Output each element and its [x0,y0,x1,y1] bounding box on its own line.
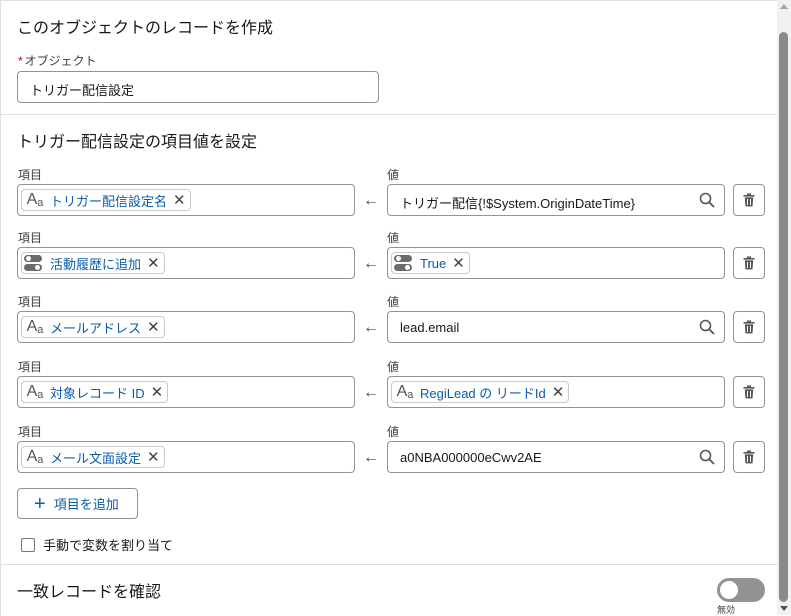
scroll-down-arrow-icon[interactable] [780,606,788,611]
field-label: 項目 [18,360,43,374]
value-pill[interactable]: Aa RegiLead の リードId ✕ [391,381,570,403]
value-label: 値 [387,295,400,309]
vertical-scrollbar[interactable] [777,0,791,615]
search-icon[interactable] [699,319,715,335]
value-input[interactable]: Aa RegiLead の リードId ✕ [387,376,725,408]
field-pill-label: 活動履歴に追加 [50,256,142,272]
value-label: 値 [387,425,400,439]
value-input[interactable]: lead.email [387,311,725,343]
close-icon[interactable]: ✕ [147,450,160,465]
search-icon[interactable] [699,449,715,465]
scrollbar-thumb[interactable] [779,32,788,602]
value-text: a0NBA000000eCwv2AE [400,450,542,465]
value-text: トリガー配信{!$System.OriginDateTime} [400,196,636,211]
plus-icon: + [34,492,46,515]
boolean-type-icon [24,254,46,272]
close-icon[interactable]: ✕ [151,385,164,400]
value-text: lead.email [400,320,460,335]
arrow-left-icon: ← [363,319,379,336]
field-pill-label: トリガー配信設定名 [50,193,168,209]
value-pill-label: True [420,255,447,271]
section-title-create-record: このオブジェクトのレコードを作成 [17,20,274,37]
field-label: 項目 [18,295,43,309]
object-label-text: オブジェクト [24,54,97,68]
text-type-icon: Aa [26,191,44,209]
field-input[interactable]: Aa トリガー配信設定名 ✕ [17,184,355,216]
section-title-field-values: トリガー配信設定の項目値を設定 [17,134,258,151]
field-label: 項目 [18,231,43,245]
arrow-left-icon: ← [363,449,379,466]
required-mark: * [18,54,23,68]
delete-row-button[interactable] [733,247,765,279]
scroll-up-arrow-icon[interactable] [780,4,788,9]
close-icon[interactable]: ✕ [147,320,160,335]
field-pill-label: メール文面設定 [50,450,142,466]
close-icon[interactable]: ✕ [147,256,160,271]
delete-row-button[interactable] [733,184,765,216]
manual-assign-checkbox[interactable] [21,537,35,552]
close-icon[interactable]: ✕ [452,256,465,271]
object-input-value: トリガー配信設定 [30,83,135,98]
delete-row-button[interactable] [733,311,765,343]
arrow-left-icon: ← [363,384,379,401]
text-type-icon: Aa [26,318,44,336]
field-pill[interactable]: 活動履歴に追加 ✕ [21,252,165,274]
field-label: 項目 [18,425,43,439]
manual-assign-row: 手動で変数を割り当て [21,535,173,554]
close-icon[interactable]: ✕ [552,385,565,400]
value-input[interactable]: トリガー配信{!$System.OriginDateTime} [387,184,725,216]
section-title-match-records: 一致レコードを確認 [17,584,162,601]
section-divider [1,114,777,115]
arrow-left-icon: ← [363,192,379,209]
object-label: * オブジェクト [18,52,97,69]
text-type-icon: Aa [26,448,44,466]
arrow-left-icon: ← [363,255,379,272]
toggle-knob [720,581,738,599]
value-label: 値 [387,168,400,182]
field-input[interactable]: Aa メールアドレス ✕ [17,311,355,343]
create-record-panel: このオブジェクトのレコードを作成 * オブジェクト トリガー配信設定 トリガー配信… [0,0,777,616]
field-pill[interactable]: Aa トリガー配信設定名 ✕ [21,189,191,211]
text-type-icon: Aa [396,383,414,401]
add-field-button[interactable]: + 項目を追加 [17,488,138,519]
value-pill-label: RegiLead の リードId [420,385,546,401]
manual-assign-label: 手動で変数を割り当て [43,538,174,553]
close-icon[interactable]: ✕ [173,193,186,208]
field-pill-label: メールアドレス [50,320,142,336]
field-input[interactable]: Aa 対象レコード ID ✕ [17,376,355,408]
field-pill-label: 対象レコード ID [50,385,145,401]
match-records-toggle[interactable] [717,578,765,602]
field-label: 項目 [18,168,43,182]
value-label: 値 [387,360,400,374]
field-pill[interactable]: Aa メール文面設定 ✕ [21,446,165,468]
field-input[interactable]: Aa メール文面設定 ✕ [17,441,355,473]
search-icon[interactable] [699,192,715,208]
value-label: 値 [387,231,400,245]
add-field-label: 項目を追加 [53,497,119,512]
boolean-type-icon [394,254,416,272]
field-pill[interactable]: Aa 対象レコード ID ✕ [21,381,169,403]
value-input[interactable]: a0NBA000000eCwv2AE [387,441,725,473]
field-pill[interactable]: Aa メールアドレス ✕ [21,316,165,338]
value-pill[interactable]: True ✕ [391,252,470,274]
delete-row-button[interactable] [733,441,765,473]
text-type-icon: Aa [26,383,44,401]
section-divider-2 [1,564,777,565]
field-input[interactable]: 活動履歴に追加 ✕ [17,247,355,279]
object-input[interactable]: トリガー配信設定 [17,71,379,103]
value-input[interactable]: True ✕ [387,247,725,279]
delete-row-button[interactable] [733,376,765,408]
toggle-state-label: 無効 [717,605,736,615]
